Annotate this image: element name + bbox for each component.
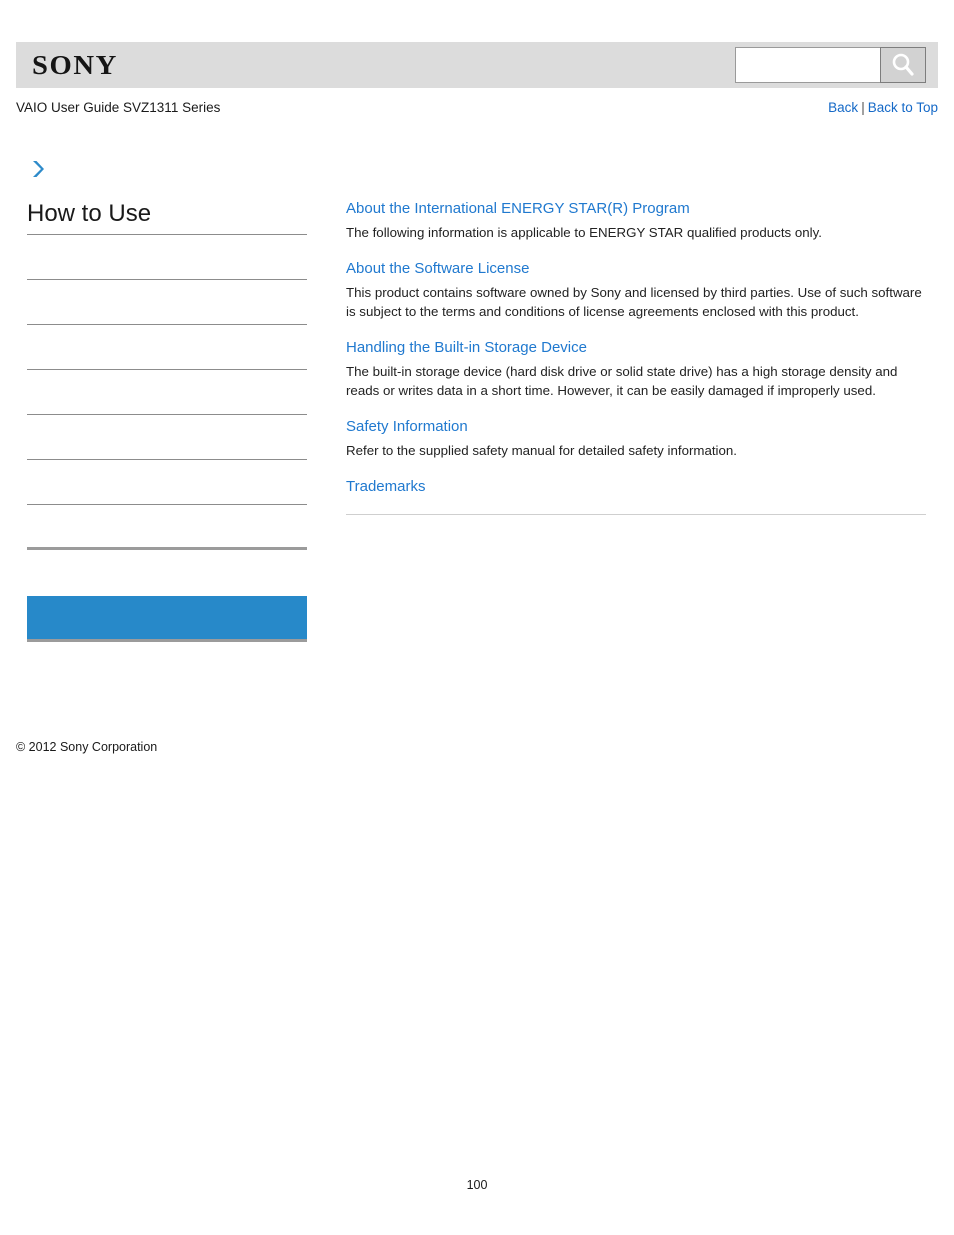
entry-description: The following information is applicable … bbox=[346, 225, 822, 240]
sidebar-item[interactable] bbox=[27, 415, 307, 460]
content-entry: Trademarks bbox=[346, 476, 926, 498]
back-link[interactable]: Back bbox=[828, 100, 858, 115]
page-number: 100 bbox=[466, 1178, 488, 1192]
sidebar-nav-list bbox=[27, 235, 307, 642]
sidebar-item[interactable] bbox=[27, 370, 307, 415]
sidebar-item[interactable] bbox=[27, 505, 307, 550]
entry-title-link[interactable]: About the Software License bbox=[346, 258, 926, 280]
main-content: About the International ENERGY STAR(R) P… bbox=[346, 198, 926, 515]
nav-separator: | bbox=[861, 100, 865, 115]
content-entry: Safety Information Refer to the supplied… bbox=[346, 416, 926, 460]
page-root: SONY VAIO User Guide SVZ1311 Series Back… bbox=[0, 0, 954, 1235]
content-entry: About the International ENERGY STAR(R) P… bbox=[346, 198, 926, 242]
sidebar: How to Use bbox=[27, 158, 307, 642]
search-input[interactable] bbox=[735, 47, 880, 83]
entry-title-link[interactable]: Safety Information bbox=[346, 416, 926, 438]
content-divider bbox=[346, 514, 926, 515]
header-nav-links: Back | Back to Top bbox=[828, 100, 938, 115]
guide-title: VAIO User Guide SVZ1311 Series bbox=[16, 100, 221, 115]
sidebar-item[interactable] bbox=[27, 325, 307, 370]
copyright-text: © 2012 Sony Corporation bbox=[16, 740, 158, 754]
entry-title-link[interactable]: About the International ENERGY STAR(R) P… bbox=[346, 198, 926, 220]
titlebar: VAIO User Guide SVZ1311 Series Back | Back… bbox=[16, 100, 938, 122]
entry-description: This product contains software owned by … bbox=[346, 285, 922, 319]
page-title: How to Use bbox=[27, 200, 307, 235]
content-entry: About the Software License This product … bbox=[346, 258, 926, 321]
entry-description: The built-in storage device (hard disk d… bbox=[346, 364, 898, 398]
sidebar-item[interactable] bbox=[27, 460, 307, 505]
sidebar-item[interactable] bbox=[27, 280, 307, 325]
content-entry: Handling the Built-in Storage Device The… bbox=[346, 337, 926, 400]
masthead: SONY bbox=[16, 42, 938, 88]
search-area bbox=[735, 47, 926, 83]
search-icon bbox=[889, 51, 917, 79]
entry-title-link[interactable]: Trademarks bbox=[346, 476, 926, 498]
sidebar-item-selected[interactable] bbox=[27, 596, 307, 642]
sony-logo: SONY bbox=[32, 50, 118, 80]
chevron-right-icon[interactable] bbox=[27, 158, 49, 180]
search-button[interactable] bbox=[880, 47, 926, 83]
entry-title-link[interactable]: Handling the Built-in Storage Device bbox=[346, 337, 926, 359]
entry-description: Refer to the supplied safety manual for … bbox=[346, 443, 737, 458]
sidebar-item[interactable] bbox=[27, 235, 307, 280]
back-to-top-link[interactable]: Back to Top bbox=[868, 100, 938, 115]
